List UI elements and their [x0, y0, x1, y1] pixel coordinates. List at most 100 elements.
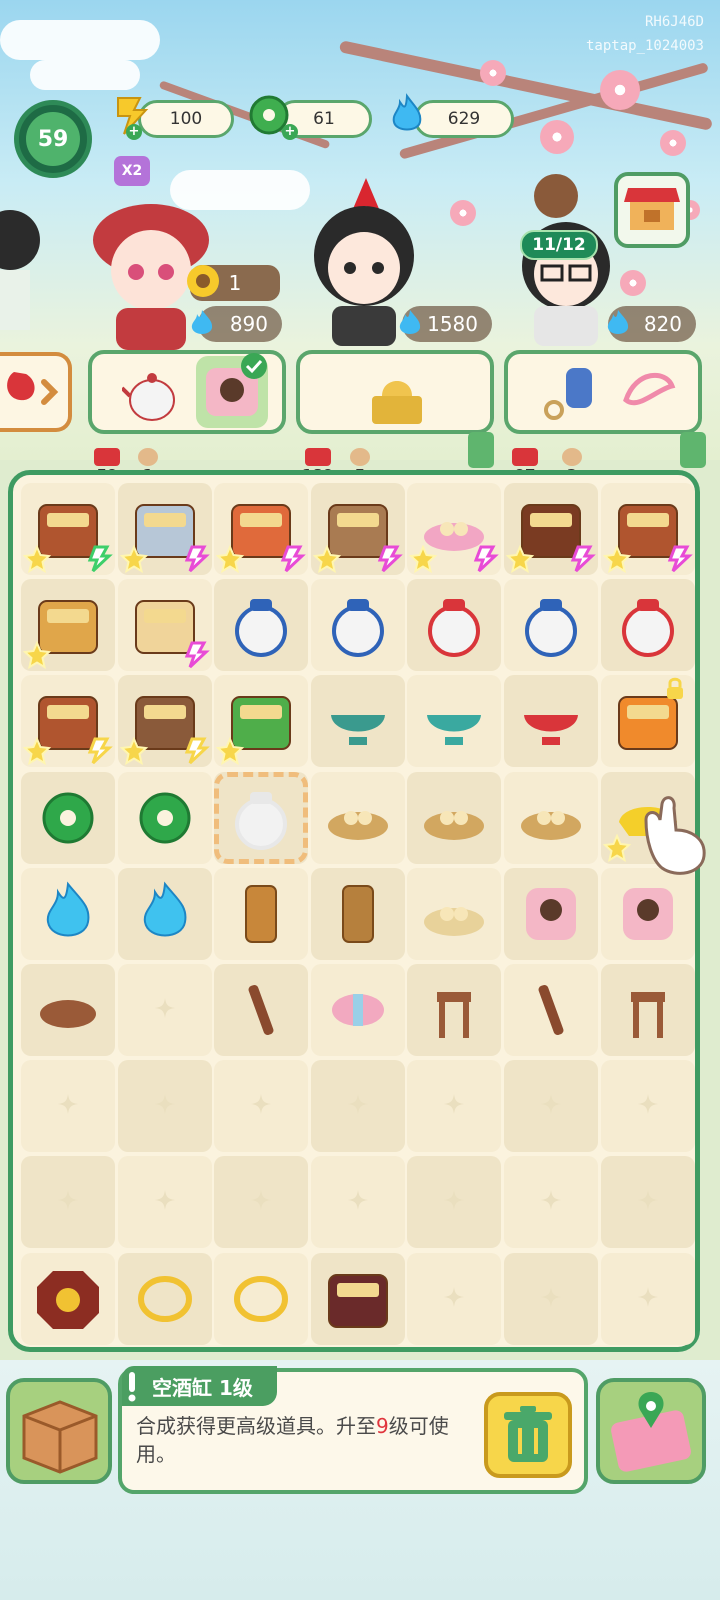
- board-cell[interactable]: [504, 1252, 598, 1345]
- wooden-plaque-icon: [341, 884, 374, 943]
- board-cell[interactable]: [600, 1060, 695, 1153]
- storage-box-button[interactable]: [6, 1378, 112, 1484]
- board-cell[interactable]: [310, 1252, 405, 1345]
- board-cell[interactable]: [407, 483, 502, 575]
- board-cell[interactable]: [214, 483, 309, 575]
- empty-slot-sparkle: [541, 1286, 561, 1307]
- board-cell[interactable]: [310, 579, 405, 672]
- board-cell[interactable]: [310, 1156, 405, 1249]
- board-cell[interactable]: [214, 1156, 309, 1249]
- board-cell[interactable]: [214, 964, 309, 1056]
- board-cell[interactable]: [21, 1060, 115, 1153]
- chili-bowl-icon: [524, 715, 578, 746]
- player-level: 59: [26, 112, 80, 166]
- blue-flame-icon: [399, 310, 421, 334]
- board-cell[interactable]: [407, 867, 502, 960]
- board-cell[interactable]: [21, 1156, 115, 1249]
- board-cell[interactable]: [21, 675, 115, 768]
- board-cell[interactable]: [504, 675, 598, 768]
- herb-pile-icon: [521, 810, 581, 840]
- energy-bolt-badge-icon: [474, 545, 500, 573]
- board-cell[interactable]: [117, 867, 212, 960]
- chicken-leg-icon: [562, 448, 582, 466]
- gift-icon[interactable]: [468, 432, 494, 468]
- board-cell[interactable]: [504, 964, 598, 1056]
- board-cell[interactable]: [504, 579, 598, 672]
- board-cell[interactable]: [600, 964, 695, 1056]
- order-card-3[interactable]: [504, 350, 702, 434]
- star-badge-icon: [119, 545, 148, 573]
- board-cell[interactable]: [310, 771, 405, 864]
- add-energy-button[interactable]: +: [126, 124, 142, 140]
- gold-bracelet-icon: [137, 1275, 192, 1322]
- board-cell[interactable]: [600, 579, 695, 672]
- board-cell[interactable]: [600, 483, 695, 575]
- board-cell[interactable]: [407, 1252, 502, 1345]
- gift-icon[interactable]: [680, 432, 706, 468]
- board-cell[interactable]: [310, 675, 405, 768]
- wood-plank-icon: [538, 984, 564, 1036]
- board-cell[interactable]: [504, 771, 598, 864]
- blossom: [540, 120, 574, 154]
- star-badge-icon: [23, 737, 51, 766]
- energy-bolt-badge-icon: [570, 545, 596, 573]
- board-cell[interactable]: [117, 1156, 212, 1249]
- shop-button[interactable]: [614, 172, 690, 248]
- board-cell[interactable]: [21, 964, 115, 1056]
- double-boost-badge[interactable]: X2: [114, 156, 150, 186]
- board-cell[interactable]: [214, 579, 309, 672]
- board-cell[interactable]: [504, 1060, 598, 1153]
- sealed-jar-icon: [621, 599, 674, 658]
- board-cell[interactable]: [21, 483, 115, 575]
- board-cell[interactable]: [214, 771, 309, 864]
- empty-slot-sparkle: [154, 998, 175, 1018]
- board-cell[interactable]: [600, 867, 695, 960]
- board-cell[interactable]: [117, 483, 212, 575]
- board-cell[interactable]: [310, 483, 405, 575]
- board-cell[interactable]: [117, 675, 212, 768]
- flame-reward-value: 820: [643, 312, 682, 336]
- board-cell[interactable]: [21, 1252, 115, 1345]
- board-cell[interactable]: [600, 675, 695, 768]
- board-cell[interactable]: [21, 867, 115, 960]
- energy-value: 100: [169, 109, 203, 129]
- board-cell[interactable]: [407, 964, 502, 1056]
- board-cell[interactable]: [117, 964, 212, 1056]
- board-cell[interactable]: [310, 1060, 405, 1153]
- board-cell[interactable]: [504, 867, 598, 960]
- board-cell[interactable]: [214, 867, 309, 960]
- board-cell[interactable]: [117, 1060, 212, 1153]
- order-card-2[interactable]: [296, 350, 494, 434]
- board-cell[interactable]: [117, 579, 212, 672]
- board-cell[interactable]: [407, 771, 502, 864]
- board-cell[interactable]: [21, 771, 115, 864]
- board-cell[interactable]: [214, 1252, 309, 1345]
- side-order-card[interactable]: [0, 352, 72, 432]
- board-cell[interactable]: [310, 964, 405, 1056]
- board-cell[interactable]: [407, 579, 502, 672]
- customer-partial[interactable]: [0, 200, 44, 330]
- board-cell[interactable]: [21, 579, 115, 672]
- add-coin-button[interactable]: +: [282, 124, 298, 140]
- board-cell[interactable]: [117, 1252, 212, 1345]
- player-level-badge[interactable]: 59: [14, 100, 92, 178]
- board-cell[interactable]: [504, 483, 598, 575]
- board-cell[interactable]: [407, 675, 502, 768]
- bun-plate-icon: [424, 906, 485, 936]
- star-badge-icon: [23, 545, 51, 573]
- board-cell[interactable]: [214, 675, 309, 768]
- item-desc-part1: 合成获得更高级道具。升至: [136, 1414, 376, 1438]
- board-cell[interactable]: [504, 1156, 598, 1249]
- empty-slot-sparkle: [444, 1190, 465, 1211]
- board-cell[interactable]: [214, 1060, 309, 1153]
- delete-item-button[interactable]: [484, 1392, 572, 1478]
- map-button[interactable]: [596, 1378, 706, 1484]
- board-cell[interactable]: [117, 771, 212, 864]
- board-cell[interactable]: [407, 1060, 502, 1153]
- board-cell[interactable]: [310, 867, 405, 960]
- order-card-1[interactable]: [88, 350, 286, 434]
- board-cell[interactable]: [407, 1156, 502, 1249]
- board-cell[interactable]: [600, 1252, 695, 1345]
- board-cell[interactable]: [600, 1156, 695, 1249]
- blue-flame-icon: [191, 310, 213, 334]
